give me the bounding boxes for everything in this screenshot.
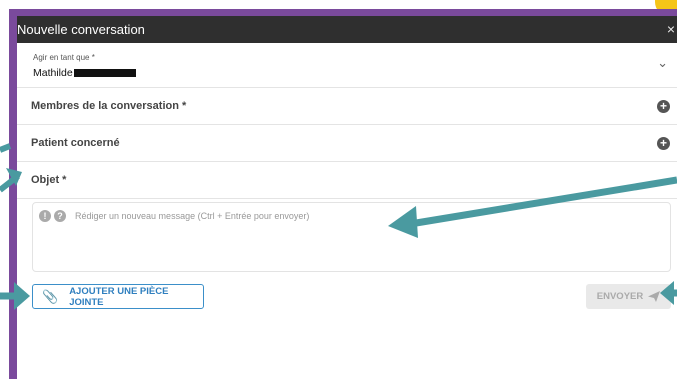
- annotation-arrow-subject: [0, 168, 22, 193]
- annotation-arrow-message: [388, 176, 677, 238]
- annotation-arrows: [0, 143, 677, 310]
- annotation-arrow-send: [660, 281, 677, 305]
- annotation-arrow-attachment: [0, 282, 30, 310]
- annotation-arrow-patient: [0, 143, 12, 153]
